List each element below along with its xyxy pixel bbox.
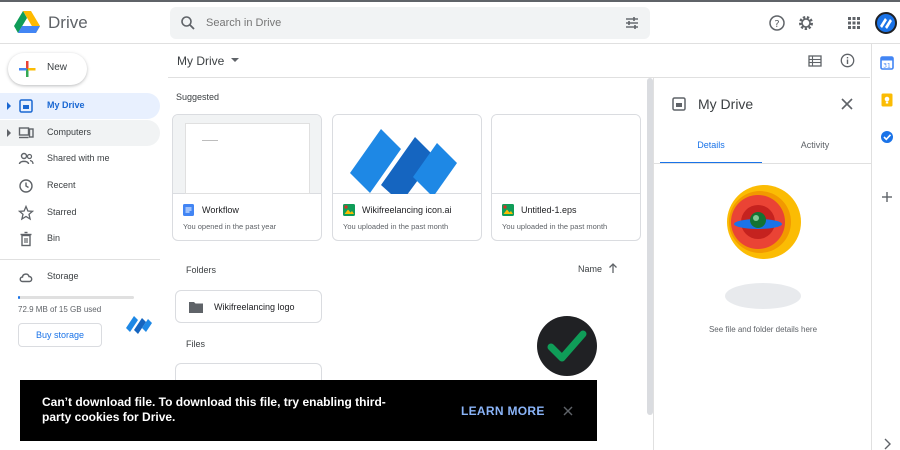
error-toast: Can’t download file. To download this fi… [20,380,597,441]
folder-icon [189,302,203,313]
chevron-right-icon[interactable] [880,437,894,450]
new-button-label: New [47,62,68,73]
file-activity: You uploaded in the past month [502,222,608,231]
document-preview [185,123,310,194]
my-drive-icon [672,97,686,111]
toast-message: Can’t download file. To download this fi… [42,395,386,424]
account-logo-icon [880,18,892,29]
arrow-up-icon[interactable] [607,262,619,274]
tab-details[interactable]: Details [660,134,762,164]
trash-icon [20,231,32,247]
search-options-icon[interactable] [624,15,640,31]
side-apps-panel: 31 [871,44,900,450]
info-icon[interactable] [840,53,855,68]
tab-divider [654,163,872,164]
tab-activity[interactable]: Activity [764,134,866,164]
drive-logo-icon[interactable] [14,10,40,34]
file-activity: You uploaded in the past month [343,222,449,231]
cloud-icon [19,273,33,283]
new-button[interactable]: New [8,53,87,85]
sidebar-item-label: Storage [47,271,79,281]
image-file-icon [502,204,514,216]
file-thumbnail [173,115,321,194]
folder-name: Wikifreelancing logo [214,302,295,312]
settings-gear-icon[interactable] [797,14,815,32]
files-heading: Files [186,339,206,349]
sidebar-item-bin[interactable]: Bin [0,226,160,252]
star-icon [18,205,34,221]
search-bar[interactable] [170,7,650,39]
sidebar-item-recent[interactable]: Recent [0,173,160,199]
details-hint: See file and folder details here [708,325,818,334]
file-name: Workflow [202,205,239,215]
learn-more-link[interactable]: LEARN MORE [461,404,545,418]
search-input[interactable] [206,7,586,39]
sidebar-divider [0,259,160,260]
suggested-file-card[interactable]: Wikifreelancing icon.ai You uploaded in … [332,114,482,241]
close-icon[interactable] [561,404,575,418]
location-dropdown[interactable]: My Drive [177,54,224,68]
apps-grid-icon[interactable] [845,14,863,32]
search-icon[interactable] [180,15,196,31]
sidebar-item-label: My Drive [47,100,85,110]
expand-caret-icon[interactable] [7,129,11,137]
svg-text:?: ? [774,19,779,30]
file-name: Wikifreelancing icon.ai [362,205,452,215]
sidebar-item-shared[interactable]: Shared with me [0,146,160,172]
shared-icon [18,152,34,165]
keep-icon[interactable] [880,93,894,107]
sidebar-item-label: Recent [47,180,76,190]
clock-icon [19,179,33,193]
list-view-icon[interactable] [808,54,822,68]
file-thumbnail [492,115,640,194]
wikifreelancing-logo-icon [350,129,457,203]
app-name[interactable]: Drive [48,13,88,33]
my-drive-icon [19,99,33,113]
file-thumbnail [333,115,481,203]
sort-by-name-button[interactable]: Name [578,264,602,274]
calendar-icon[interactable]: 31 [880,56,894,70]
suggested-file-card[interactable]: Workflow You opened in the past year [172,114,322,241]
details-panel: My Drive Details Activity See file and f… [653,78,872,450]
sidebar-item-storage[interactable]: Storage [0,264,160,290]
image-file-icon [343,204,355,216]
help-icon[interactable]: ? [768,14,786,32]
expand-caret-icon[interactable] [7,102,11,110]
svg-text:31: 31 [883,63,891,70]
storage-usage-text: 72.9 MB of 15 GB used [18,305,102,314]
folder-item[interactable]: Wikifreelancing logo [175,290,322,323]
computers-icon [18,127,34,139]
file-activity: You opened in the past year [183,222,277,231]
suggested-heading: Suggested [176,92,220,102]
folders-heading: Folders [186,265,217,275]
sidebar-item-label: Starred [47,207,77,217]
sidebar-item-my-drive[interactable]: My Drive [0,93,160,119]
panel-title: My Drive [698,96,754,112]
top-bar: Drive ? [0,2,900,44]
close-icon[interactable] [839,96,855,112]
wikifreelancing-logo-icon [126,316,152,334]
google-docs-icon [183,204,194,216]
check-badge [537,316,597,376]
plus-icon [19,61,36,77]
sidebar-item-label: Bin [47,233,61,243]
sidebar-item-label: Computers [47,127,92,137]
folder-details-illustration [725,185,801,309]
checkmark-icon [547,330,587,362]
buy-storage-button[interactable]: Buy storage [18,323,102,347]
storage-usage-fill [18,296,21,299]
tasks-icon[interactable] [880,130,894,144]
sidebar-item-label: Shared with me [47,153,110,163]
account-avatar[interactable] [875,12,897,34]
suggested-file-card[interactable]: Untitled-1.eps You uploaded in the past … [491,114,641,241]
storage-usage-bar [18,296,134,299]
chevron-down-icon[interactable] [231,58,239,62]
sidebar-item-starred[interactable]: Starred [0,200,160,226]
file-name: Untitled-1.eps [521,205,577,215]
add-addon-icon[interactable] [880,190,894,204]
sidebar-item-computers[interactable]: Computers [0,120,160,146]
